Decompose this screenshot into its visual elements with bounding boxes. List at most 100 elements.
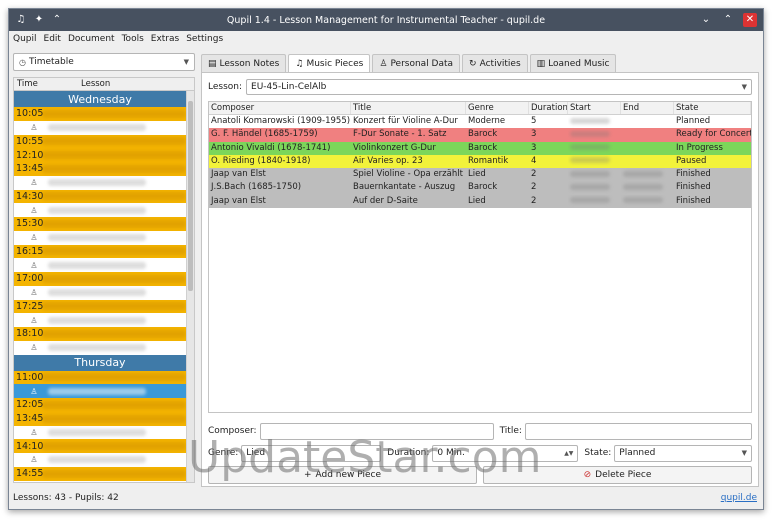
tab-music-pieces[interactable]: ♫ Music Pieces [288, 54, 371, 72]
lesson-row[interactable]: 16:15 [14, 244, 194, 259]
col-state[interactable]: State [674, 102, 751, 114]
lesson-select[interactable]: EU-45-Lin-CelAlb ▼ [246, 79, 752, 95]
lesson-row[interactable]: 12:10 [14, 148, 194, 162]
tab-loaned-music[interactable]: ▥ Loaned Music [529, 54, 617, 72]
lesson-row[interactable]: 14:55 [14, 466, 194, 481]
window-title: Qupil 1.4 - Lesson Management for Instru… [226, 14, 546, 26]
blurred-date [570, 117, 610, 124]
table-row[interactable]: Antonio Vivaldi (1678-1741) Violinkonzert… [209, 141, 751, 155]
tab-lesson-notes[interactable]: ▤ Lesson Notes [201, 54, 287, 72]
lesson-time: 11:00 [16, 371, 44, 383]
keep-above-icon[interactable]: ⌃ [51, 14, 63, 26]
add-icon: + [303, 470, 312, 480]
spin-arrows-icon[interactable]: ▲▼ [564, 450, 573, 457]
pin-icon[interactable]: ✦ [33, 14, 45, 26]
blurred-lesson-info [42, 109, 186, 118]
blurred-lesson-info [42, 192, 186, 201]
table-body: Anatoli Komarowski (1909-1955) Konzert fü… [209, 115, 751, 209]
pupil-row[interactable]: ♙ [14, 230, 194, 245]
lesson-row[interactable]: 14:10 [14, 439, 194, 453]
genre-input[interactable]: Lied [241, 444, 382, 462]
pupil-row[interactable]: ♙ [14, 175, 194, 190]
state-select[interactable]: Planned ▼ [614, 444, 752, 462]
add-piece-button[interactable]: + Add new Piece [208, 466, 477, 484]
blurred-lesson-info [42, 302, 186, 311]
tab-label: Music Pieces [306, 58, 364, 69]
lesson-time: 10:55 [16, 135, 44, 147]
header-lesson[interactable]: Lesson [78, 78, 110, 90]
menu-document[interactable]: Document [68, 34, 115, 44]
pupil-row[interactable]: ♙ [14, 258, 194, 272]
lesson-row[interactable]: 13:45 [14, 162, 194, 176]
lesson-row[interactable]: 18:10 [14, 327, 194, 341]
menu-edit[interactable]: Edit [44, 34, 61, 44]
timetable-scrollbar[interactable] [186, 91, 194, 482]
lesson-row[interactable]: 14:30 [14, 189, 194, 204]
lesson-row[interactable]: 12:05 [14, 398, 194, 412]
col-genre[interactable]: Genre [466, 102, 529, 114]
minimize-button[interactable]: ⌄ [699, 13, 713, 27]
pupil-row[interactable]: ♙ [14, 203, 194, 217]
pupil-row[interactable]: ♙ [14, 340, 194, 355]
menu-extras[interactable]: Extras [151, 34, 179, 44]
lesson-time: 14:10 [16, 440, 44, 452]
website-link[interactable]: qupil.de [721, 493, 757, 503]
blurred-pupil-name [48, 206, 146, 214]
view-select[interactable]: ◷ Timetable ▼ [13, 53, 195, 71]
delete-piece-button[interactable]: ⊘ Delete Piece [483, 466, 752, 484]
lesson-row[interactable]: 17:00 [14, 272, 194, 286]
person-icon: ♙ [30, 427, 38, 437]
menu-qupil[interactable]: Qupil [13, 34, 37, 44]
tab-personal-data[interactable]: ♙ Personal Data [372, 54, 461, 72]
table-row[interactable]: J.S.Bach (1685-1750) Bauernkantate - Ausz… [209, 181, 751, 195]
table-row[interactable]: Anatoli Komarowski (1909-1955) Konzert fü… [209, 115, 751, 129]
table-row[interactable]: G. F. Händel (1685-1759) F-Dur Sonate - 1… [209, 128, 751, 142]
table-row[interactable]: O. Rieding (1840-1918) Air Varies op. 23 R… [209, 154, 751, 169]
cell-end [621, 142, 674, 155]
col-end[interactable]: End [621, 102, 674, 114]
col-composer[interactable]: Composer [209, 102, 351, 114]
pupil-row[interactable]: ♙ [14, 384, 194, 398]
header-time[interactable]: Time [14, 78, 78, 90]
lesson-label: Lesson: [208, 82, 243, 92]
cell-title: Violinkonzert G-Dur [353, 142, 436, 153]
chevron-down-icon: ▼ [741, 449, 747, 457]
title-input[interactable] [524, 422, 752, 440]
lesson-row[interactable]: 13:45 [14, 411, 194, 426]
lesson-row: Lesson: EU-45-Lin-CelAlb ▼ [208, 79, 752, 95]
pupil-row[interactable]: ♙ [14, 425, 194, 440]
cell-end [621, 181, 674, 194]
timetable-header: Time Lesson [13, 77, 195, 90]
lesson-row[interactable]: 10:55 [14, 134, 194, 149]
maximize-button[interactable]: ⌃ [721, 13, 735, 27]
menu-settings[interactable]: Settings [186, 34, 223, 44]
close-button[interactable]: ✕ [743, 13, 757, 27]
lesson-time: 18:10 [16, 328, 44, 340]
col-title[interactable]: Title [351, 102, 466, 114]
composer-input[interactable] [259, 422, 494, 440]
lesson-time: 14:55 [16, 468, 44, 480]
lesson-row[interactable]: 15:30 [14, 217, 194, 231]
day-header[interactable]: Wednesday [14, 91, 194, 107]
table-row[interactable]: Jaap van Elst Auf der D-Saite Lied 2 Finishe… [209, 194, 751, 209]
pupil-row[interactable]: ♙ [14, 313, 194, 327]
duration-spinbox[interactable]: 0 Min. ▲▼ [432, 444, 579, 462]
lesson-row[interactable]: 10:05 [14, 107, 194, 121]
table-row[interactable]: Jaap van Elst Spiel Violine - Opa erzählt… [209, 168, 751, 182]
lesson-row[interactable]: 17:25 [14, 299, 194, 314]
col-start[interactable]: Start [568, 102, 621, 114]
pupil-row[interactable]: ♙ [14, 453, 194, 467]
tab-activities[interactable]: ↻ Activities [462, 54, 528, 72]
scrollbar-thumb[interactable] [188, 101, 193, 291]
pupil-row[interactable]: ♙ [14, 285, 194, 300]
menu-tools[interactable]: Tools [122, 34, 144, 44]
delete-piece-label: Delete Piece [595, 470, 652, 480]
col-duration[interactable]: Duration [529, 102, 568, 114]
timetable-list[interactable]: Wednesday 10:05 ♙ 10:55 12:10 13:45 ♙ 14:30 ♙ 15:… [13, 90, 195, 483]
blurred-date [623, 197, 663, 204]
lesson-row[interactable]: 11:00 [14, 370, 194, 385]
day-header[interactable]: Thursday [14, 354, 194, 371]
pupil-row[interactable]: ♙ [14, 120, 194, 135]
pieces-table[interactable]: Composer Title Genre Duration Start End … [208, 101, 752, 413]
app-icon[interactable]: ♫ [15, 14, 27, 26]
